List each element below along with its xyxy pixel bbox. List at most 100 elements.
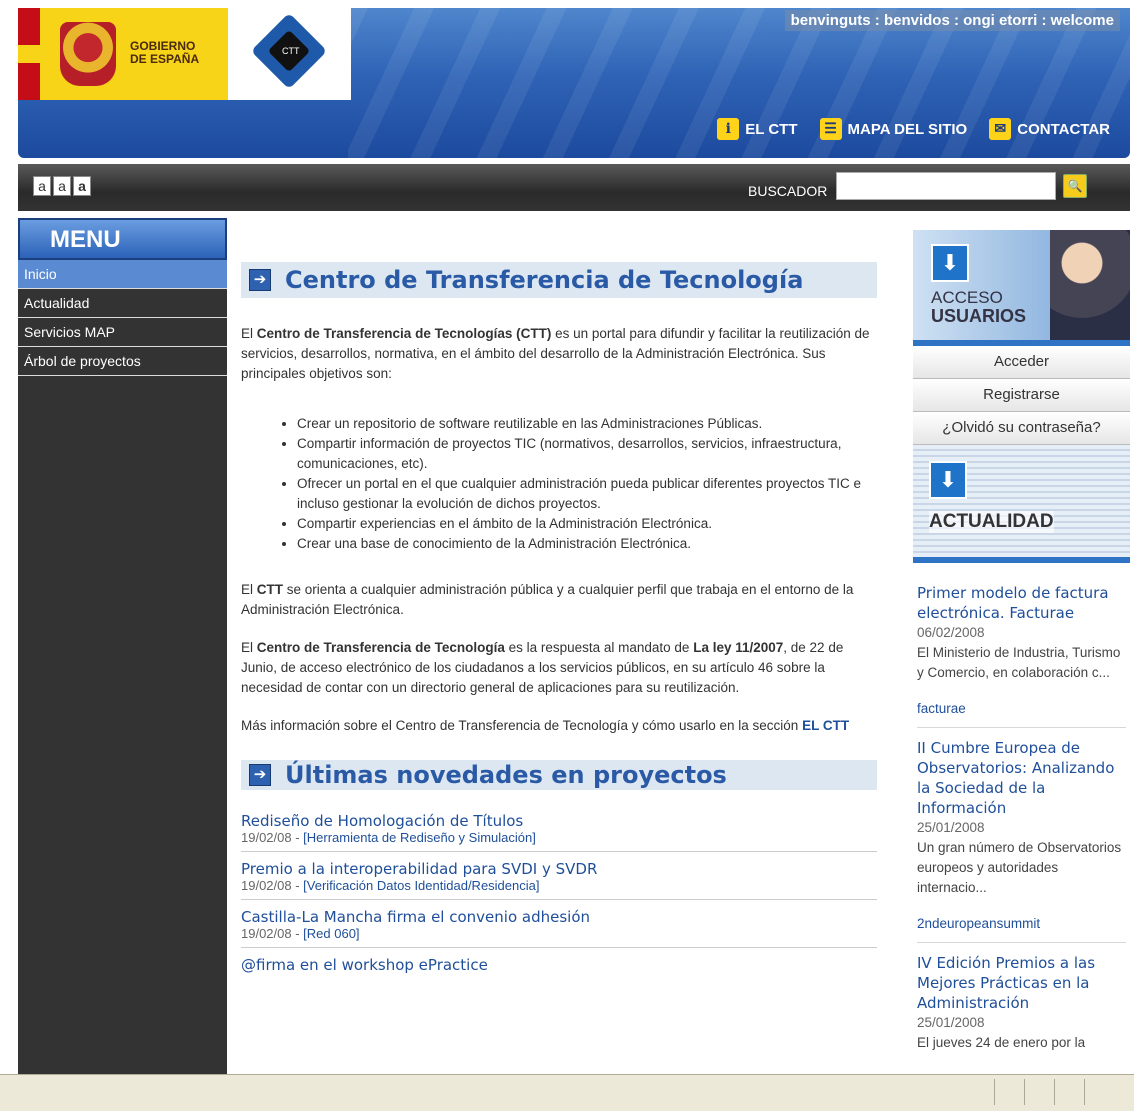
toolbar: a a a BUSCADOR 🔍 [18, 164, 1130, 211]
menu-item-arbol-de-proyectos[interactable]: Árbol de proyectos [18, 347, 227, 376]
news-item-title[interactable]: Rediseño de Homologación de Títulos [241, 812, 877, 830]
right-news-title[interactable]: Primer modelo de factura electrónica. Fa… [917, 583, 1126, 623]
arrow-right-icon: ➔ [249, 764, 271, 786]
page-title-text: Centro de Transferencia de Tecnología [285, 266, 804, 294]
status-bar-cell [1054, 1079, 1055, 1105]
news-item: Castilla-La Mancha firma el convenio adh… [241, 908, 877, 948]
registrarse-button[interactable]: Registrarse [913, 379, 1130, 412]
news-item-separator: - [291, 878, 304, 893]
menu-item-servicios-map[interactable]: Servicios MAP [18, 318, 227, 347]
intro-text-1: El [241, 326, 257, 341]
menu-item-inicio[interactable]: Inicio [18, 260, 227, 289]
search-label: BUSCADOR [748, 183, 828, 199]
status-bar-cell [1084, 1079, 1085, 1105]
gobierno-logo[interactable]: GOBIERNO DE ESPAÑA [18, 8, 228, 100]
menu-title: MENU [18, 218, 227, 260]
status-bar-cell [1024, 1079, 1025, 1105]
news-section-title-text: Últimas novedades en proyectos [285, 761, 727, 789]
right-news-date: 06/02/2008 [917, 625, 985, 640]
top-navigation: i EL CTT ☰ MAPA DEL SITIO ✉ CONTACTAR [717, 118, 1110, 140]
menu-item-actualidad[interactable]: Actualidad [18, 289, 227, 318]
para3-bold-2: La ley 11/2007 [693, 640, 784, 655]
news-item-date: 19/02/08 [241, 878, 292, 893]
objective-item: Crear un repositorio de software reutili… [297, 414, 877, 434]
nav-contactar[interactable]: ✉ CONTACTAR [989, 118, 1110, 140]
search-button[interactable]: 🔍 [1063, 174, 1087, 198]
intro-paragraph: El Centro de Transferencia de Tecnología… [241, 324, 877, 384]
news-item-project-link[interactable]: [Verificación Datos Identidad/Residencia… [303, 878, 539, 893]
site-header: GOBIERNO DE ESPAÑA CTT benvinguts : benv… [18, 8, 1130, 158]
news-item-meta: 19/02/08 - [Herramienta de Rediseño y Si… [241, 830, 877, 845]
news-item-title[interactable]: Castilla-La Mancha firma el convenio adh… [241, 908, 877, 926]
acceso-usuarios-banner[interactable]: ⬇ ACCESO USUARIOS [913, 230, 1130, 346]
news-item: @firma en el workshop ePractice [241, 956, 877, 980]
browser-status-bar [0, 1074, 1134, 1111]
arrow-down-icon: ⬇ [929, 461, 967, 499]
right-news-list: Primer modelo de factura electrónica. Fa… [913, 563, 1130, 1061]
para2-bold: CTT [256, 582, 284, 597]
news-item: Premio a la interoperabilidad para SVDI … [241, 860, 877, 900]
news-item-date: 19/02/08 [241, 926, 292, 941]
font-size-medium-button[interactable]: a [53, 176, 71, 196]
usuarios-label: USUARIOS [931, 306, 1027, 326]
news-section-title: ➔ Últimas novedades en proyectos [241, 760, 877, 790]
right-news-item: II Cumbre Europea de Observatorios: Anal… [917, 738, 1126, 943]
objective-item: Crear una base de conocimiento de la Adm… [297, 534, 877, 554]
news-item: Rediseño de Homologación de Títulos 19/0… [241, 812, 877, 852]
nav-el-ctt-label: EL CTT [745, 120, 798, 138]
font-size-small-button[interactable]: a [33, 176, 51, 196]
actualidad-label: ACTUALIDAD [929, 511, 1054, 533]
acceder-button[interactable]: Acceder [913, 346, 1130, 379]
para2-text-2: se orienta a cualquier administración pú… [241, 582, 854, 617]
font-size-controls: a a a [33, 176, 91, 196]
news-item-title[interactable]: Premio a la interoperabilidad para SVDI … [241, 860, 877, 878]
right-news-tag[interactable]: facturae [917, 699, 1126, 719]
intro-bold: Centro de Transferencia de Tecnologías (… [256, 326, 552, 341]
right-news-date: 25/01/2008 [917, 820, 985, 835]
left-sidebar: MENU Inicio Actualidad Servicios MAP Árb… [18, 218, 227, 1078]
search-icon: 🔍 [1067, 179, 1083, 193]
nav-mapa-label: MAPA DEL SITIO [847, 120, 968, 138]
right-news-item: IV Edición Premios a las Mejores Práctic… [917, 953, 1126, 1061]
right-news-tag[interactable]: 2ndeuropeansummit [917, 914, 1126, 934]
el-ctt-link[interactable]: EL CTT [802, 718, 849, 733]
news-item-title[interactable]: @firma en el workshop ePractice [241, 956, 877, 974]
law-paragraph: El Centro de Transferencia de Tecnología… [241, 638, 877, 698]
forgot-password-link[interactable]: ¿Olvidó su contraseña? [913, 412, 1130, 445]
right-sidebar: ⬇ ACCESO USUARIOS Acceder Registrarse ¿O… [913, 230, 1130, 1071]
actualidad-banner[interactable]: ⬇ ACTUALIDAD [913, 445, 1130, 563]
para3-text-1: El [241, 640, 257, 655]
coat-of-arms-icon [60, 22, 116, 86]
more-info-paragraph: Más información sobre el Centro de Trans… [241, 716, 877, 736]
objective-item: Compartir experiencias en el ámbito de l… [297, 514, 877, 534]
ctt-logo-label: CTT [282, 46, 300, 56]
right-news-item: Primer modelo de factura electrónica. Fa… [917, 583, 1126, 728]
nav-el-ctt[interactable]: i EL CTT [717, 118, 798, 140]
news-item-meta: 19/02/08 - [Red 060] [241, 926, 877, 941]
nav-mapa-del-sitio[interactable]: ☰ MAPA DEL SITIO [819, 118, 968, 140]
right-news-desc: El Ministerio de Industria, Turismo y Co… [917, 645, 1121, 680]
right-news-title[interactable]: II Cumbre Europea de Observatorios: Anal… [917, 738, 1126, 818]
ctt-logo[interactable]: CTT [228, 8, 351, 100]
font-size-large-button[interactable]: a [73, 176, 91, 196]
para3-text-2: es la respuesta al mandato de [504, 640, 694, 655]
para2-text-1: El [241, 582, 257, 597]
right-news-title[interactable]: IV Edición Premios a las Mejores Práctic… [917, 953, 1126, 1013]
news-item-date: 19/02/08 [241, 830, 292, 845]
objective-item: Ofrecer un portal en el que cualquier ad… [297, 474, 877, 514]
news-item-project-link[interactable]: [Red 060] [303, 926, 359, 941]
nav-contactar-label: CONTACTAR [1017, 120, 1110, 138]
status-bar-cell [994, 1079, 995, 1105]
page-title: ➔ Centro de Transferencia de Tecnología [241, 262, 877, 298]
news-list: Rediseño de Homologación de Títulos 19/0… [241, 812, 877, 980]
search-input[interactable] [836, 172, 1056, 200]
news-item-separator: - [291, 926, 304, 941]
spain-flag-icon [18, 8, 40, 100]
para4-text: Más información sobre el Centro de Trans… [241, 718, 803, 733]
user-photo [1050, 230, 1130, 340]
main-content: ➔ Centro de Transferencia de Tecnología … [241, 262, 877, 988]
objective-item: Compartir información de proyectos TIC (… [297, 434, 877, 474]
gobierno-logo-text: GOBIERNO DE ESPAÑA [130, 39, 200, 66]
news-item-project-link[interactable]: [Herramienta de Rediseño y Simulación] [303, 830, 536, 845]
right-news-date: 25/01/2008 [917, 1015, 985, 1030]
